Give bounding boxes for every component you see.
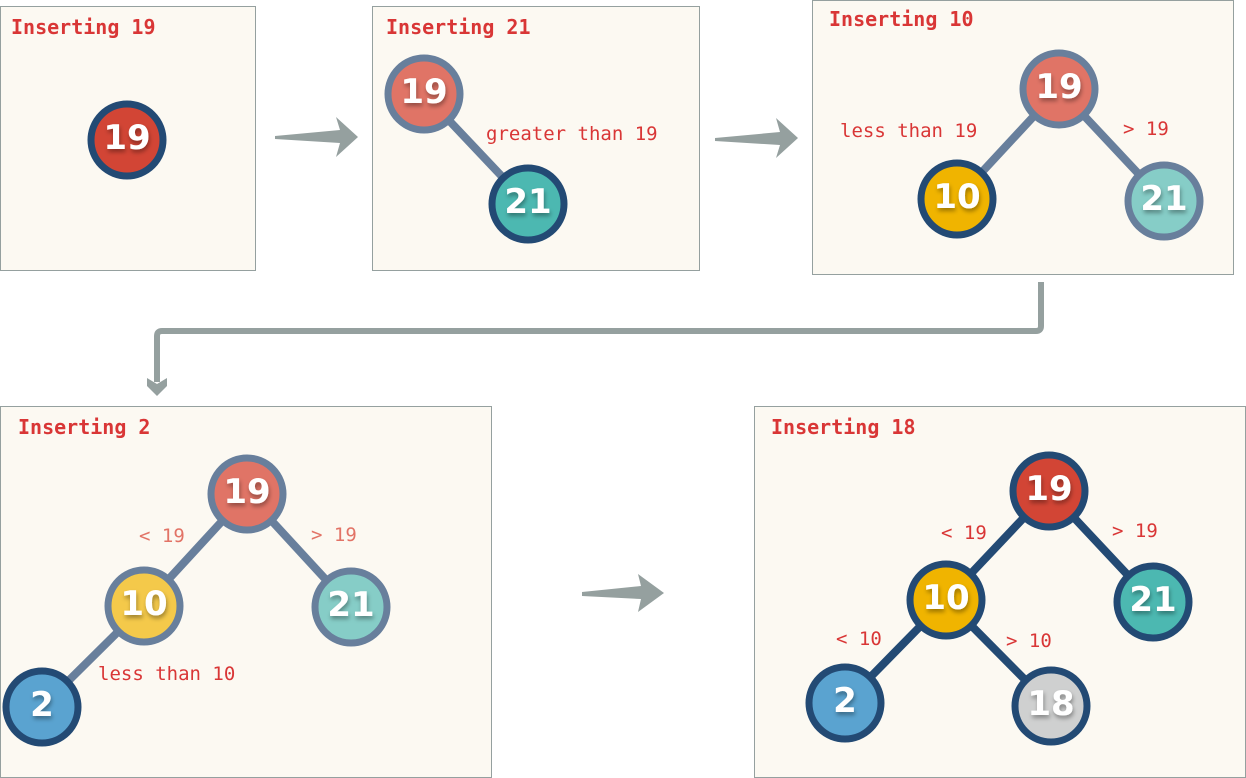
tree-step4: < 19 > 19 less than 10 19 10 21 2 [2,454,391,747]
node-21: 21 [1124,161,1204,241]
node-2: 2 [805,663,885,743]
node-19: 19 [207,454,287,534]
edge-label: less than 19 [840,120,977,142]
arrow-right-icon [582,574,664,612]
edge-label: < 19 [941,522,987,544]
edge-label: greater than 19 [486,123,658,145]
edge-label: < 10 [836,628,882,650]
node-value: 19 [1025,469,1072,509]
node-10: 10 [917,159,997,239]
node-value: 21 [327,585,374,625]
tree-step3: less than 19 > 19 19 10 21 [840,49,1204,241]
node-2: 2 [2,667,82,747]
node-10: 10 [104,566,184,646]
node-19: 19 [1019,49,1099,129]
node-19: 19 [384,54,464,134]
node-21: 21 [1113,562,1193,642]
node-value: 21 [1129,580,1176,620]
node-10: 10 [906,560,986,640]
node-value: 21 [504,182,551,222]
node-19: 19 [1009,451,1089,531]
arrow-right-icon [715,118,798,158]
node-21: 21 [311,567,391,647]
node-value: 19 [400,72,447,112]
node-value: 18 [1027,684,1074,724]
edge-label: > 19 [1112,520,1158,542]
tree-step1: 19 [87,100,167,180]
tree-step2: greater than 19 19 21 [384,54,658,244]
node-value: 21 [1140,179,1187,219]
node-value: 2 [833,681,857,721]
node-21: 21 [488,164,568,244]
node-value: 10 [922,578,969,618]
node-value: 10 [933,177,980,217]
edge-label: > 19 [311,524,357,546]
node-value: 19 [103,118,150,158]
edge-label: < 19 [139,525,185,547]
edge-label: less than 10 [98,663,235,685]
diagram-canvas: 19 greater than 19 19 21 less than 19 > 19 19 1… [2,49,1204,747]
node-value: 2 [30,685,54,725]
node-value: 19 [223,472,270,512]
edge-label: > 10 [1006,630,1052,652]
tree-step5: < 19 > 19 < 10 > 10 19 10 21 2 18 [805,451,1193,746]
node-value: 10 [120,584,167,624]
node-18: 18 [1011,666,1091,746]
node-19: 19 [87,100,167,180]
connector-arrow [154,282,1044,382]
node-value: 19 [1035,67,1082,107]
arrow-right-icon [275,117,358,157]
edge-label: > 19 [1123,118,1169,140]
